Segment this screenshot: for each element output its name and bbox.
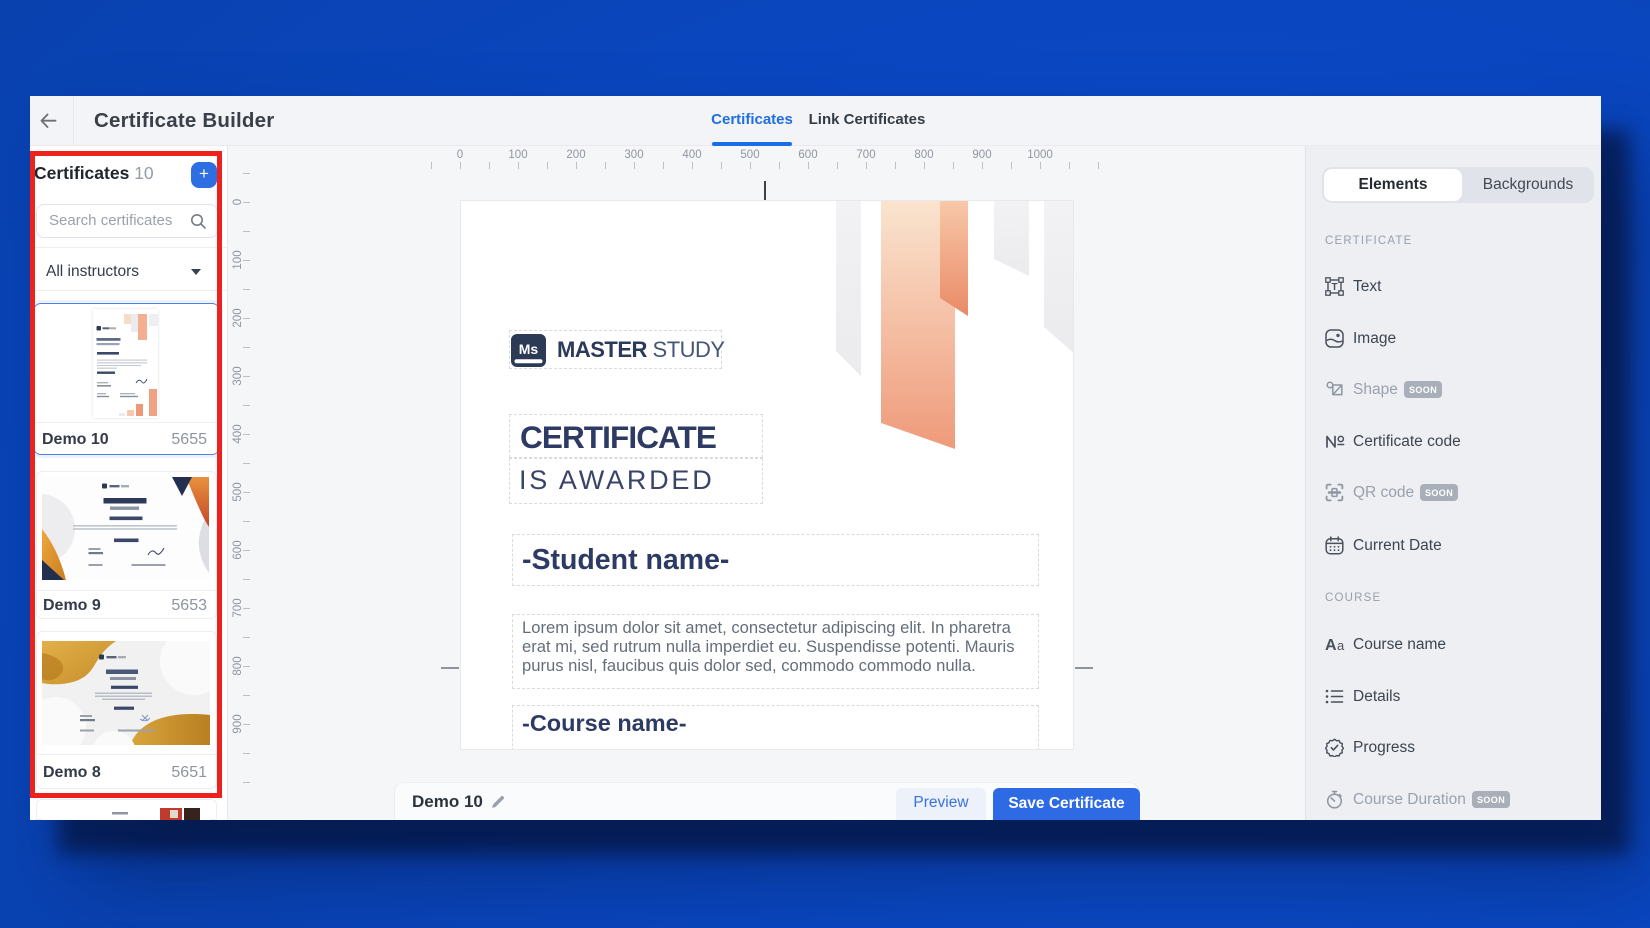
svg-text:T: T: [1331, 282, 1337, 293]
svg-text:A: A: [1325, 637, 1337, 654]
svg-text:Ms: Ms: [519, 341, 539, 357]
svg-text:a: a: [1337, 638, 1345, 653]
